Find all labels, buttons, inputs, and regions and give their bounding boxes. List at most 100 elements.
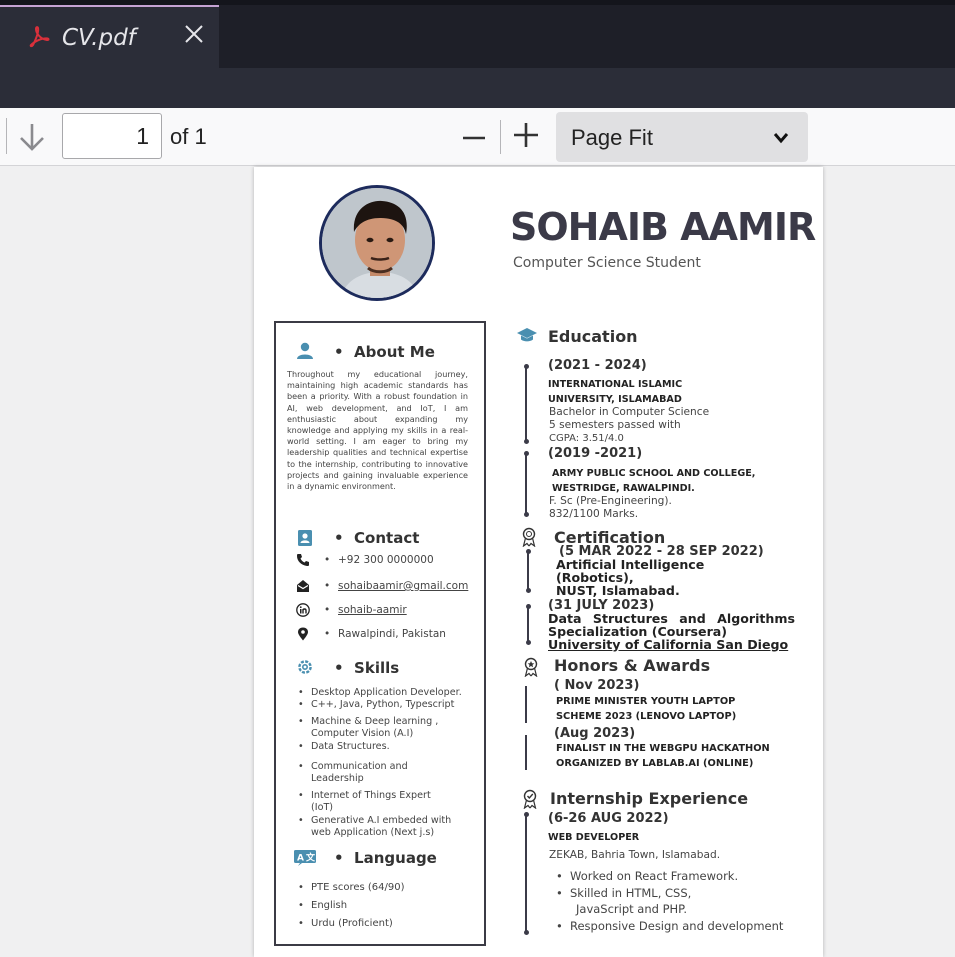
tab-title: CV.pdf [62,25,136,51]
education-title: Education [548,327,638,346]
skill-item: Desktop Application Developer. [298,687,462,700]
cert-detail-line: University of California San Diego [548,637,789,652]
chevron-down-icon [773,133,789,144]
cert-details: Artificial Intelligence (Robotics), NUST… [556,558,704,597]
zoom-select[interactable]: Page Fit [556,112,808,162]
language-item: Urdu (Proficient) [298,915,405,933]
award-ribbon-icon [522,527,536,547]
honor-detail-line: ORGANIZED BY LABLAB.AI (ONLINE) [556,758,754,769]
cv-name: SOHAIB AAMIR [510,205,816,249]
toolbar-separator [500,120,501,154]
contact-title-text: Contact [354,529,420,547]
cert-detail-line: NUST, Islamabad. [556,583,680,598]
app-header-band [0,68,955,108]
gear-icon [298,660,312,674]
internship-title: Internship Experience [550,789,749,808]
honor-date: ( Nov 2023) [554,678,640,693]
edu-org: ARMY PUBLIC SCHOOL AND COLLEGE, WESTRIDG… [552,467,755,496]
internship-company: ZEKAB, Bahria Town, Islamabad. [549,849,721,861]
edu-date: (2019 -2021) [548,446,643,461]
timeline-line [525,366,527,441]
edu-details: F. Sc (Pre-Engineering). 832/1100 Marks. [549,495,672,520]
cv-sidebar: • About Me Throughout my educational jou… [274,321,486,946]
honor-detail-line: FINALIST IN THE WEBGPU HACKATHON [556,743,770,754]
honor-date: (Aug 2023) [554,726,636,741]
medal-icon [523,789,537,809]
edu-detail-line: F. Sc (Pre-Engineering). [549,495,672,507]
skill-item: Internet of Things Expert [298,790,462,803]
pdf-page: SOHAIB AAMIR Computer Science Student • … [254,167,823,957]
svg-text:文: 文 [305,852,316,864]
edu-date: (2021 - 2024) [548,358,647,373]
phone-icon [297,554,309,566]
skill-item: Generative A.I embeded with [298,815,462,828]
internship-role: WEB DEVELOPER [548,832,640,843]
next-page-arrow-icon[interactable] [17,121,47,153]
internship-list: Worked on React Framework. Skilled in HT… [556,868,783,934]
graduation-cap-icon [517,328,537,342]
edu-detail-line: 832/1100 Marks. [549,507,639,520]
honor-detail-line: PRIME MINISTER YOUTH LAPTOP [556,696,736,707]
edu-org-line: ARMY PUBLIC SCHOOL AND COLLEGE, [552,468,756,479]
skill-item-continued: web Application (Next j.s) [311,827,435,839]
skill-item-continued: (IoT) [311,802,334,814]
honor-details: PRIME MINISTER YOUTH LAPTOP SCHEME 2023 … [556,694,736,724]
email-link[interactable]: sohaibaamir@gmail.com [338,580,468,592]
honors-title: Honors & Awards [554,656,711,675]
timeline-dot [523,439,529,444]
skill-item: Data Structures. [298,741,462,754]
location-pin-icon [298,627,308,641]
language-list: PTE scores (64/90) English Urdu (Profici… [298,879,405,933]
skill-item: Communication and [298,761,462,774]
internship-item-continued: JavaScript and PHP. [576,902,687,917]
edu-detail-line: Bachelor in Computer Science [549,406,710,418]
tab-cv-pdf[interactable]: CV.pdf [0,5,219,68]
email-icon [297,580,309,592]
pdf-toolbar: 1 of 1 Page Fit [0,108,955,166]
linkedin-icon [296,603,310,617]
profile-photo-image [322,188,432,298]
skill-item: C++, Java, Python, Typescript [298,699,462,712]
page-count-label: of 1 [170,124,207,149]
about-title: • About Me [334,343,435,361]
timeline-dot [525,604,531,609]
page-number-input[interactable]: 1 [62,113,162,159]
edu-org-line: UNIVERSITY, ISLAMABAD [548,393,682,405]
language-title: • Language [334,849,437,867]
zoom-out-icon[interactable] [460,124,488,152]
language-item: English [298,897,405,915]
edu-details: Bachelor in Computer Science 5 semesters… [549,406,709,446]
timeline-dot [525,640,531,645]
language-title-text: Language [354,849,437,867]
phone-text: +92 300 0000000 [338,554,434,566]
linkedin-link[interactable]: sohaib-aamir [338,604,407,616]
edu-org-line: INTERNATIONAL ISLAMIC [548,379,683,390]
skills-title: • Skills [334,659,400,677]
cv-subtitle: Computer Science Student [513,255,701,271]
internship-date: (6-26 AUG 2022) [548,811,669,826]
zoom-select-value: Page Fit [571,125,653,150]
tab-bar: CV.pdf [0,0,955,68]
timeline-dot [525,549,531,554]
user-icon [297,342,313,359]
language-item: PTE scores (64/90) [298,879,405,897]
timeline-dot [523,364,529,369]
close-icon[interactable] [182,22,206,46]
timeline-dot [523,512,529,517]
skill-item-continued: Leadership [311,773,364,785]
medal-icon [524,657,538,677]
timeline-line [525,453,527,514]
contact-book-icon [298,530,312,546]
toolbar-separator [6,118,7,154]
edu-detail-line: CGPA: 3.51/4.0 [549,433,624,445]
internship-item: Responsive Design and development [556,918,783,935]
skill-item-continued: Computer Vision (A.I) [311,728,414,740]
skills-list: Desktop Application Developer. C++, Java… [298,687,462,839]
honor-details: FINALIST IN THE WEBGPU HACKATHON ORGANIZ… [556,741,770,771]
timeline-line [525,814,527,932]
svg-text:A: A [297,854,304,864]
timeline-line [525,735,527,770]
internship-item: Skilled in HTML, CSS, [556,885,783,902]
zoom-in-icon[interactable] [512,121,540,149]
timeline-line [527,551,529,591]
